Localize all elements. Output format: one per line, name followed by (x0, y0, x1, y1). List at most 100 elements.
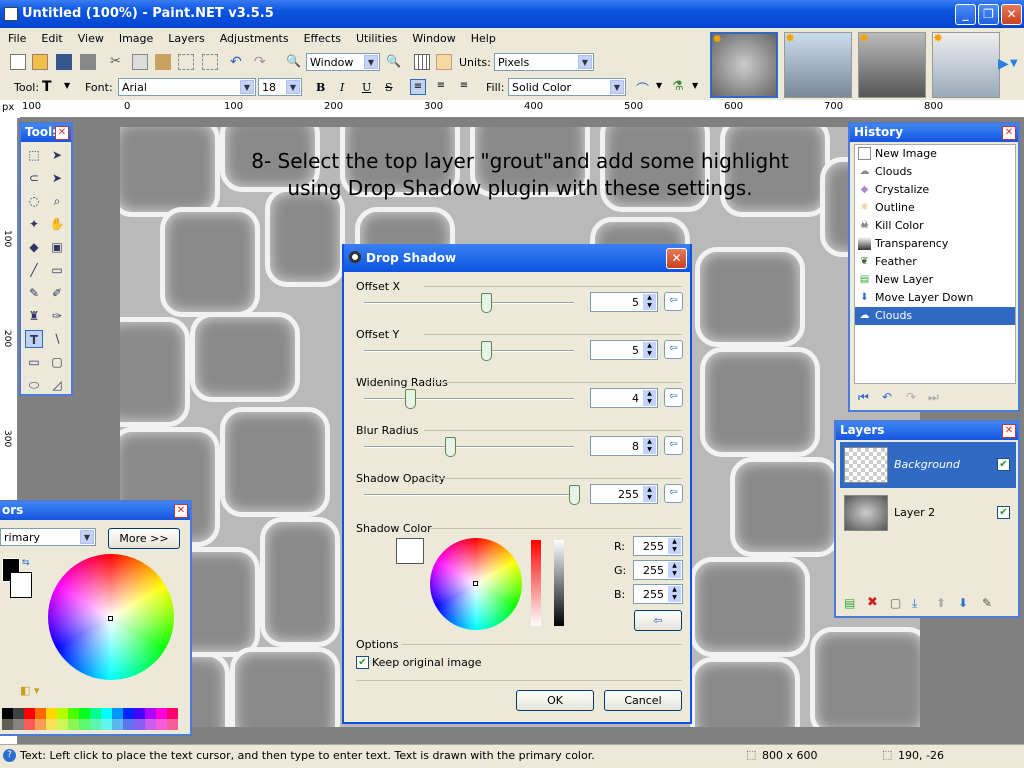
eraser-icon[interactable]: ▭ (48, 261, 66, 279)
spinner-icon[interactable]: ▲ ▼ (643, 342, 656, 358)
layer-visibility-checkbox[interactable]: ✔ (997, 458, 1010, 471)
spinner-icon[interactable]: ▲ ▼ (643, 294, 656, 310)
underline-button[interactable]: U (362, 81, 371, 94)
close-icon[interactable]: ✕ (1002, 424, 1016, 438)
move-selection-icon[interactable]: ➤ (48, 169, 66, 187)
palette-swatch[interactable] (46, 708, 57, 719)
color-mode-select[interactable]: rimary ▼ (0, 528, 96, 546)
close-icon[interactable]: ✕ (174, 504, 188, 518)
history-item[interactable]: ☁ Clouds (855, 163, 1015, 181)
palette-swatch[interactable] (35, 708, 46, 719)
reset-button[interactable]: ⇦ (664, 388, 683, 407)
chevron-down-icon[interactable]: ▼ (692, 81, 698, 90)
palette-swatch[interactable] (24, 708, 35, 719)
slider-track[interactable] (364, 494, 574, 496)
image-tab[interactable]: ✸ (784, 31, 852, 98)
secondary-color-swatch[interactable] (10, 572, 32, 598)
palette-swatch[interactable] (35, 719, 46, 730)
italic-button[interactable]: I (340, 81, 344, 94)
slider-track[interactable] (364, 398, 574, 400)
history-item[interactable]: ▤ New Layer (855, 271, 1015, 289)
slider-track[interactable] (364, 446, 574, 448)
zoom-out-icon[interactable]: 🔍 (286, 54, 302, 70)
value-input[interactable]: 255 ▲ ▼ (590, 484, 658, 504)
palette-swatch[interactable] (2, 719, 13, 730)
pan-icon[interactable]: ✋ (48, 215, 66, 233)
undo-icon[interactable]: ↶ (882, 390, 892, 404)
paintbrush-icon[interactable]: ╱ (25, 261, 43, 279)
slider-track[interactable] (364, 350, 574, 352)
palette-swatch[interactable] (2, 708, 13, 719)
palette-swatch[interactable] (68, 719, 79, 730)
copy-icon[interactable] (132, 54, 148, 70)
align-right-icon[interactable]: ≡ (456, 79, 472, 95)
zoom-select[interactable]: Window ▼ (306, 53, 380, 71)
palette-swatch[interactable] (123, 719, 134, 730)
menu-edit[interactable]: Edit (33, 28, 69, 45)
ellipse-icon[interactable]: ⬭ (25, 376, 43, 394)
layer-item-background[interactable]: Background ✔ (840, 442, 1016, 488)
palette-swatch[interactable] (79, 719, 90, 730)
scroll-right-icon[interactable]: ▶ (998, 56, 1009, 72)
history-item-selected[interactable]: ☁ Clouds (855, 307, 1015, 325)
history-item[interactable]: ⬇ Move Layer Down (855, 289, 1015, 307)
recolor-icon[interactable]: ✑ (48, 307, 66, 325)
swap-colors-icon[interactable]: ⇆ (22, 558, 30, 568)
reset-button[interactable]: ⇦ (664, 484, 683, 503)
history-item[interactable]: New Image (855, 145, 1015, 163)
close-button[interactable]: ✕ (1001, 4, 1022, 25)
blend-mode-icon[interactable]: ⚗ (672, 79, 688, 95)
history-item[interactable]: ❦ Feather (855, 253, 1015, 271)
palette-swatch[interactable] (145, 708, 156, 719)
fast-forward-icon[interactable]: ⏭ (928, 390, 939, 405)
font-size-select[interactable]: 18 ▼ (258, 78, 302, 96)
palette-swatch[interactable] (112, 708, 123, 719)
zoom-icon[interactable]: ⌕ (48, 192, 66, 210)
palette-swatch[interactable] (167, 719, 178, 730)
slider-thumb[interactable] (480, 341, 492, 361)
more-button[interactable]: More >> (108, 528, 180, 549)
palette-swatch[interactable] (57, 719, 68, 730)
palette-swatch[interactable] (123, 708, 134, 719)
align-left-icon[interactable]: ≡ (410, 79, 426, 95)
palette-swatch[interactable] (167, 708, 178, 719)
palette-swatch[interactable] (68, 708, 79, 719)
duplicate-layer-icon[interactable]: ▢ (890, 596, 901, 610)
paste-icon[interactable] (155, 54, 171, 70)
menu-image[interactable]: Image (111, 28, 160, 45)
value-slider[interactable] (554, 540, 564, 626)
units-select[interactable]: Pixels ▼ (494, 53, 594, 71)
fill-select[interactable]: Solid Color ▼ (508, 78, 626, 96)
spinner-icon[interactable]: ▲ ▼ (643, 438, 656, 454)
spinner-icon[interactable]: ▲ ▼ (668, 562, 681, 578)
bold-button[interactable]: B (316, 81, 325, 94)
history-item[interactable]: ◆ Crystalize (855, 181, 1015, 199)
image-tab[interactable]: ✸ (932, 31, 1000, 98)
cancel-button[interactable]: Cancel (604, 690, 682, 711)
strikethrough-button[interactable]: S (385, 81, 393, 94)
move-layer-up-icon[interactable]: ⬆ (936, 596, 946, 610)
delete-layer-icon[interactable]: ✖ (867, 595, 878, 610)
palette-swatch[interactable] (145, 719, 156, 730)
print-icon[interactable] (80, 54, 96, 70)
history-item[interactable]: ☼ Outline (855, 199, 1015, 217)
move-selected-icon[interactable]: ➤ (48, 146, 66, 164)
reset-button[interactable]: ⇦ (664, 436, 683, 455)
palette-swatch[interactable] (57, 708, 68, 719)
chevron-down-icon[interactable]: ▼ (656, 81, 662, 90)
palette-swatch[interactable] (90, 708, 101, 719)
rectangle-select-icon[interactable]: ⬚ (25, 146, 43, 164)
menu-layers[interactable]: Layers (160, 28, 211, 45)
value-input[interactable]: 5 ▲ ▼ (590, 292, 658, 312)
save-icon[interactable] (56, 54, 72, 70)
spinner-icon[interactable]: ▲ ▼ (668, 538, 681, 554)
minimize-button[interactable]: _ (955, 4, 976, 25)
reset-button[interactable]: ⇦ (664, 340, 683, 359)
redo-icon[interactable]: ↷ (906, 390, 916, 404)
palette-swatch[interactable] (101, 719, 112, 730)
close-icon[interactable]: ✕ (1002, 126, 1016, 140)
deselect-icon[interactable] (202, 54, 218, 70)
chevron-down-icon[interactable]: ▼ (64, 81, 70, 90)
align-center-icon[interactable]: ≡ (433, 79, 449, 95)
close-button[interactable]: ✕ (666, 248, 687, 269)
